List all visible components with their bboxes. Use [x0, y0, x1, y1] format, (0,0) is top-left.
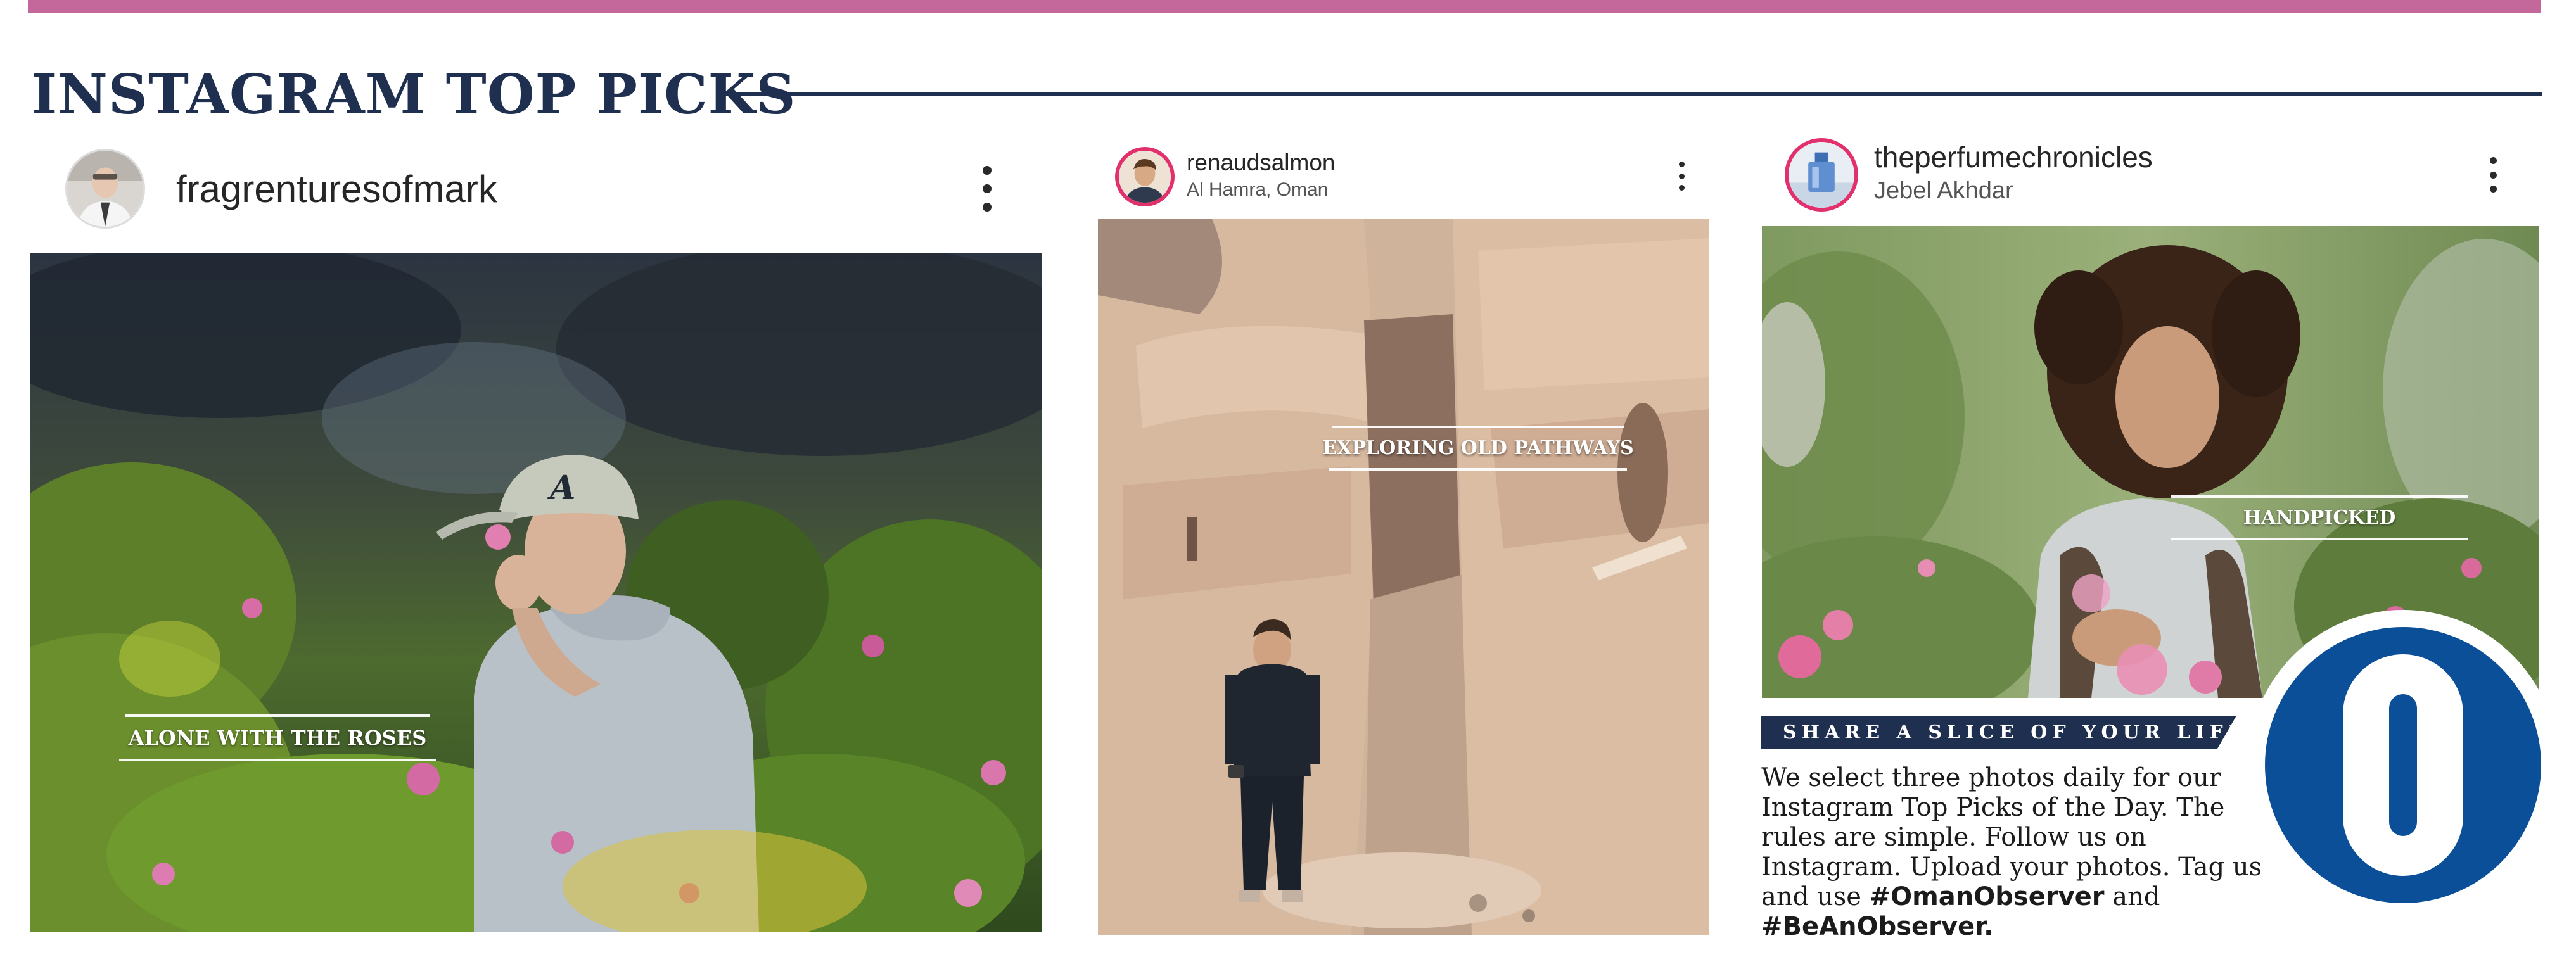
post-username[interactable]: renaudsalmon — [1187, 149, 1335, 176]
post-location[interactable]: Al Hamra, Oman — [1187, 179, 1328, 201]
oman-observer-o-logo-icon — [2265, 627, 2541, 903]
hashtag-oman-observer[interactable]: #OmanObserver — [1870, 882, 2105, 911]
avatar[interactable] — [1785, 138, 1858, 212]
post-username[interactable]: theperfumechronicles — [1874, 141, 2153, 174]
photo-caption: HANDPICKED — [2148, 495, 2490, 540]
rose-garden-photo: A — [30, 253, 1042, 932]
caption-rule-top — [125, 714, 430, 717]
person-avatar-icon — [1119, 151, 1171, 203]
info-paragraph: We select three photos daily for our Ins… — [1761, 763, 2281, 942]
caption-rule-bottom — [2171, 538, 2468, 540]
caption-text: HANDPICKED — [2243, 507, 2396, 529]
share-banner: SHARE A SLICE OF YOUR LIFE — [1761, 716, 2236, 749]
more-vertical-icon[interactable] — [2484, 157, 2503, 193]
svg-text:A: A — [547, 469, 575, 507]
caption-rule-top — [1332, 426, 1624, 428]
photo-caption: ALONE WITH THE ROSES — [113, 714, 442, 761]
avatar[interactable] — [65, 149, 145, 229]
share-banner-text: SHARE A SLICE OF YOUR LIFE — [1783, 721, 2248, 744]
person-avatar-icon — [67, 151, 143, 227]
caption-rule-bottom — [1329, 468, 1627, 471]
more-vertical-icon[interactable] — [1674, 162, 1689, 191]
oman-observer-logo — [2248, 610, 2558, 920]
post-username[interactable]: fragrenturesofmark — [176, 168, 497, 210]
more-vertical-icon[interactable] — [974, 166, 1000, 212]
perfume-bottle-avatar-icon — [1789, 142, 1854, 208]
info-connector: and — [2112, 882, 2160, 911]
section-title: INSTAGRAM TOP PICKS — [32, 63, 796, 127]
post-photo[interactable]: A ALONE WITH THE ROSES — [30, 253, 1042, 932]
hashtag-be-an-observer[interactable]: #BeAnObserver. — [1761, 912, 1993, 941]
post-photo[interactable]: EXPLORING OLD PATHWAYS — [1098, 219, 1709, 935]
post-location[interactable]: Jebel Akhdar — [1874, 177, 2013, 205]
mud-ruins-photo — [1098, 219, 1709, 935]
title-divider — [722, 92, 2542, 96]
caption-rule-top — [2171, 495, 2468, 498]
caption-text: EXPLORING OLD PATHWAYS — [1322, 437, 1634, 459]
photo-caption: EXPLORING OLD PATHWAYS — [1322, 426, 1634, 471]
caption-rule-bottom — [119, 759, 436, 761]
caption-text: ALONE WITH THE ROSES — [128, 726, 427, 750]
top-accent-bar — [28, 0, 2541, 13]
avatar[interactable] — [1115, 147, 1175, 206]
